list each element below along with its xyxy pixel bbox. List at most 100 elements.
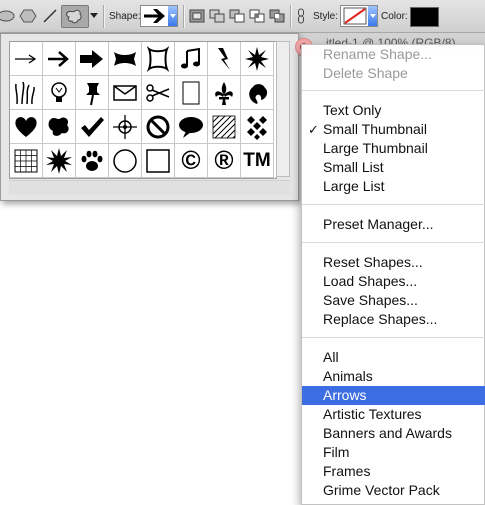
menu-item-reset-shapes[interactable]: Reset Shapes... [302, 253, 485, 272]
menu-item-small-thumbnail[interactable]: ✓ Small Thumbnail [302, 120, 485, 139]
menu-item-replace-shapes[interactable]: Replace Shapes... [302, 310, 485, 329]
menu-item-save-shapes[interactable]: Save Shapes... [302, 291, 485, 310]
shape-cell-blob[interactable] [43, 110, 76, 144]
tool-dropdown-icon[interactable] [89, 6, 98, 26]
grid-icon [14, 149, 38, 172]
menu-item-artistic-textures[interactable]: Artistic Textures [302, 405, 485, 424]
shape-cell-starburst[interactable] [241, 42, 274, 76]
shape-cell-bold-arrow[interactable] [76, 42, 109, 76]
color-label: Color: [381, 11, 408, 22]
menu-item-animals[interactable]: Animals [302, 367, 485, 386]
menu-item-label: Preset Manager... [323, 216, 434, 232]
color-swatch[interactable] [410, 7, 439, 27]
no-style-icon [343, 7, 367, 25]
menu-item-large-list[interactable]: Large List [302, 177, 485, 196]
shape-cell-blank-page[interactable] [175, 76, 208, 110]
menu-item-film[interactable]: Film [302, 443, 485, 462]
menu-item-large-thumbnail[interactable]: Large Thumbnail [302, 139, 485, 158]
menu-item-label: Small Thumbnail [323, 121, 428, 137]
shape-label: Shape: [109, 11, 141, 22]
shape-cell-lightning[interactable] [208, 42, 241, 76]
exclude-shape-icon[interactable] [268, 6, 286, 26]
style-picker-button[interactable] [340, 5, 378, 27]
menu-separator [302, 242, 485, 243]
envelope-icon [113, 84, 137, 101]
shape-cell-burst[interactable] [43, 144, 76, 178]
shape-cell-target[interactable] [109, 110, 142, 144]
custom-shape-tool-icon[interactable] [61, 5, 89, 28]
menu-item-label: Large Thumbnail [323, 140, 428, 156]
shape-cell-fleur-de-lis[interactable] [208, 76, 241, 110]
copyright-icon: © [181, 145, 201, 175]
chevron-down-icon [368, 6, 377, 26]
light-bulb-icon [51, 81, 67, 102]
shape-cell-trademark[interactable]: TM [241, 144, 274, 178]
picker-scrollbar[interactable] [276, 41, 290, 177]
menu-item-grime-vector-pack[interactable]: Grime Vector Pack [302, 481, 485, 500]
menu-item-banners-and-awards[interactable]: Banners and Awards [302, 424, 485, 443]
arrow-icon [48, 50, 69, 67]
shape-picker-button[interactable] [140, 5, 178, 27]
arrow-icon [144, 9, 165, 23]
shape-cell-copyright[interactable]: © [175, 144, 208, 178]
subtract-shape-icon[interactable] [228, 6, 246, 26]
shape-cell-stripes[interactable] [208, 110, 241, 144]
shape-cell-light-bulb[interactable] [43, 76, 76, 110]
shape-cell-leaf[interactable] [241, 76, 274, 110]
stripes-icon [212, 115, 236, 138]
menu-item-label: Reset Shapes... [323, 254, 423, 270]
create-new-shape-icon[interactable] [188, 6, 206, 26]
shape-cell-paw-print[interactable] [76, 144, 109, 178]
shape-cell-scissors[interactable] [142, 76, 175, 110]
menu-item-label: Delete Shape [323, 65, 408, 81]
menu-item-arrows[interactable]: Arrows [302, 386, 485, 405]
menu-item-label: Load Shapes... [323, 273, 418, 289]
menu-item-small-list[interactable]: Small List [302, 158, 485, 177]
scissors-icon [146, 83, 170, 102]
shape-cell-arrow[interactable] [43, 42, 76, 76]
shape-cell-square[interactable] [142, 144, 175, 178]
style-label: Style: [313, 11, 339, 22]
ellipse-tool-icon[interactable] [0, 6, 16, 26]
checkmark-icon: ✓ [308, 122, 319, 137]
line-tool-icon[interactable] [41, 6, 59, 26]
shape-cell-banner[interactable] [109, 42, 142, 76]
menu-separator [302, 337, 485, 338]
shape-cell-envelope[interactable] [109, 76, 142, 110]
shape-picker-panel: © ® TM [0, 33, 299, 201]
menu-item-delete-shape: Delete Shape [302, 64, 485, 83]
menu-item-frames[interactable]: Frames [302, 462, 485, 481]
menu-item-label: Animals [323, 368, 373, 384]
starburst-icon [245, 46, 269, 71]
shape-cell-no-sign[interactable] [142, 110, 175, 144]
shape-cell-checkmark[interactable] [76, 110, 109, 144]
picker-resize-bar[interactable] [9, 180, 290, 195]
shape-cell-registered[interactable]: ® [208, 144, 241, 178]
shape-cell-diamond-grid[interactable] [241, 110, 274, 144]
menu-item-preset-manager[interactable]: Preset Manager... [302, 215, 485, 234]
speech-bubble-icon [179, 116, 203, 138]
shape-cell-thumbtack[interactable] [76, 76, 109, 110]
menu-item-all[interactable]: All [302, 348, 485, 367]
shape-cell-frame[interactable] [142, 42, 175, 76]
trademark-icon: TM [243, 149, 271, 171]
shape-cell-heart[interactable] [10, 110, 43, 144]
menu-item-label: Small List [323, 159, 384, 175]
menu-item-text-only[interactable]: Text Only [302, 101, 485, 120]
diamond-grid-icon [247, 115, 267, 140]
polygon-tool-icon[interactable] [19, 6, 37, 26]
shape-cell-music-note[interactable] [175, 42, 208, 76]
shape-cell-grid[interactable] [10, 144, 43, 178]
intersect-shape-icon[interactable] [248, 6, 266, 26]
shape-cell-circle[interactable] [109, 144, 142, 178]
menu-item-load-shapes[interactable]: Load Shapes... [302, 272, 485, 291]
burst-icon [46, 147, 72, 174]
shape-cell-thin-arrow[interactable] [10, 42, 43, 76]
link-icon[interactable] [295, 6, 307, 26]
add-to-shape-icon[interactable] [208, 6, 226, 26]
shape-cell-speech-bubble[interactable] [175, 110, 208, 144]
menu-separator [302, 204, 485, 205]
toolbar-divider [290, 5, 292, 28]
shape-grid: © ® TM [9, 41, 277, 179]
shape-cell-grass[interactable] [10, 76, 43, 110]
